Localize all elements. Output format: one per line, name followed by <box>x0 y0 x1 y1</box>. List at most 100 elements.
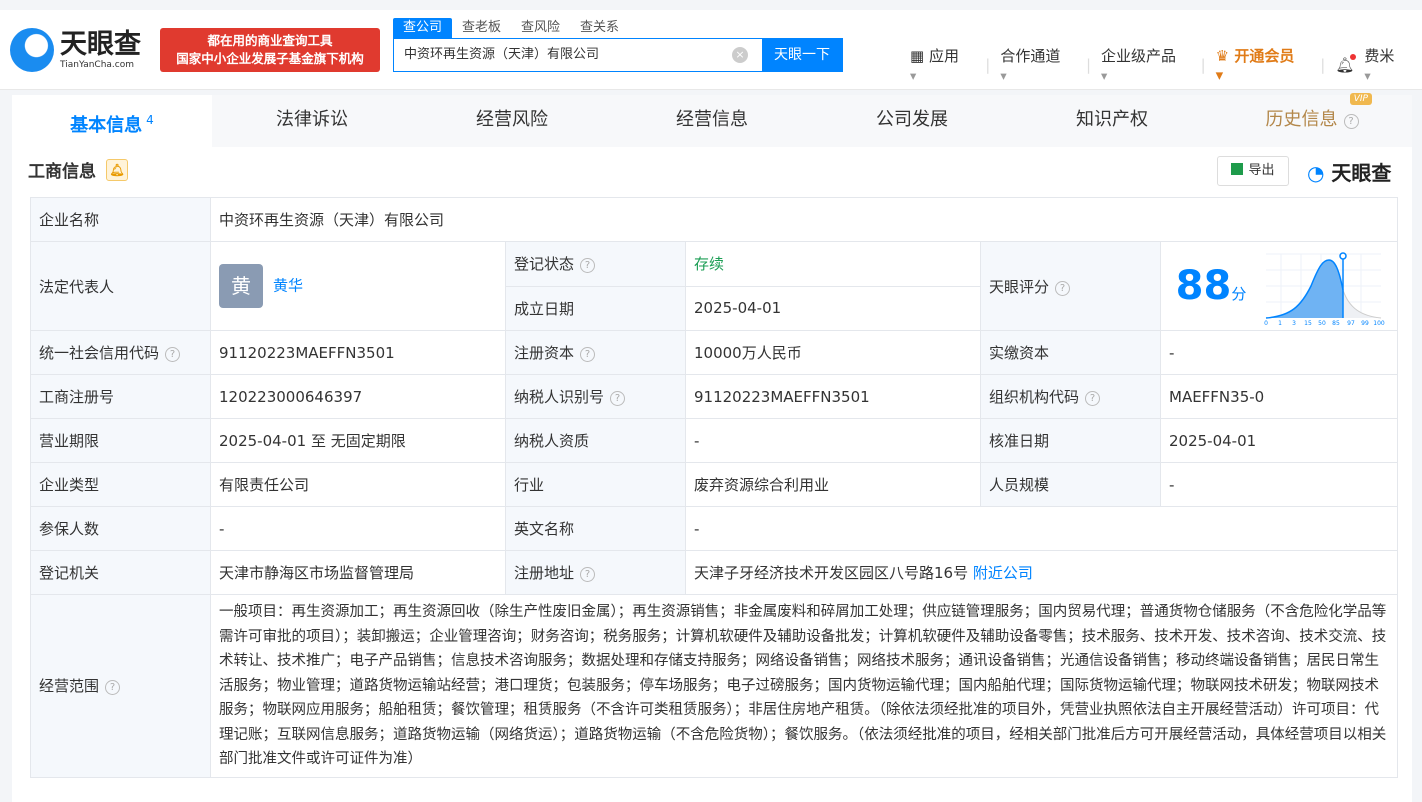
label: 英文名称 <box>505 506 686 551</box>
company-type: 有限责任公司 <box>210 462 506 507</box>
table-row: 企业名称 中资环再生资源（天津）有限公司 <box>30 197 1399 242</box>
bell-icon[interactable]: 🔔︎ <box>106 158 128 181</box>
legal-rep-link[interactable]: 黄华 <box>273 277 303 295</box>
help-icon[interactable]: ? <box>1343 114 1359 129</box>
vip-menu[interactable]: ♛ 开通会员 ▾ <box>1216 45 1311 84</box>
top-header: 天眼查 TianYanCha.com 都在用的商业查询工具国家中小企业发展子基金旗… <box>0 10 1422 90</box>
partner-label: 合作通道 <box>1000 47 1061 65</box>
slogan-line2: 国家中小企业发展子基金旗下机构 <box>176 51 364 66</box>
founded-date: 2025-04-01 <box>685 285 981 331</box>
help-icon[interactable]: ? <box>580 258 596 274</box>
vip-label: 开通会员 <box>1234 47 1295 65</box>
address-cell: 天津子牙经济技术开发区园区八号路16号 附近公司 <box>684 550 1399 595</box>
label: 实缴资本 <box>980 330 1161 375</box>
label-text: 天眼评分 <box>989 277 1050 296</box>
search-tab-risk[interactable]: 查风险 <box>511 18 570 38</box>
nearby-companies-link[interactable]: 附近公司 <box>973 564 1033 582</box>
user-menu[interactable]: 费米 ▾ <box>1364 45 1412 84</box>
label: 天眼评分? <box>980 241 1161 331</box>
label: 营业期限 <box>30 418 211 463</box>
clear-icon[interactable]: × <box>732 47 748 63</box>
tab-history[interactable]: VIP 历史信息? <box>1212 93 1412 147</box>
enterprise-label: 企业级产品 <box>1101 47 1177 65</box>
tick-label: 0 <box>1264 320 1268 326</box>
divider: | <box>1320 55 1326 74</box>
table-row: 营业期限 2025-04-01 至 无固定期限 纳税人资质 - 核准日期 2025-0… <box>30 418 1399 463</box>
divider: | <box>985 55 991 74</box>
label: 注册资本? <box>505 330 686 375</box>
label-text: 组织机构代码 <box>989 388 1080 406</box>
tab-development[interactable]: 公司发展 <box>812 95 1012 147</box>
label: 参保人数 <box>30 506 211 551</box>
label-text: 统一社会信用代码 <box>39 344 160 362</box>
export-label: 导出 <box>1248 163 1275 178</box>
score-area-tail <box>1343 290 1381 318</box>
table-row: 企业类型 有限责任公司 行业 废弃资源综合利用业 人员规模 - <box>30 462 1399 507</box>
brand-text: 天眼查 <box>1331 161 1392 185</box>
search-tab-company[interactable]: 查公司 <box>393 18 453 38</box>
tab-label: 基本信息 <box>70 115 143 136</box>
help-icon[interactable]: ? <box>580 347 596 362</box>
business-term: 2025-04-01 至 无固定期限 <box>210 418 506 463</box>
search-tab-boss[interactable]: 查老板 <box>452 18 511 38</box>
credit-code: 91120223MAEFFN3501 <box>210 330 506 375</box>
table-row: 登记机关 天津市静海区市场监督管理局 注册地址? 天津子牙经济技术开发区园区八号路… <box>30 550 1399 595</box>
help-icon[interactable]: ? <box>580 567 596 582</box>
logo[interactable]: 天眼查 TianYanCha.com <box>10 28 141 72</box>
table-row: 统一社会信用代码? 91120223MAEFFN3501 注册资本? 10000万人… <box>30 330 1399 375</box>
approval-date: 2025-04-01 <box>1159 418 1399 463</box>
score-area <box>1266 260 1343 318</box>
section-title: 工商信息 <box>28 162 96 182</box>
slogan-banner[interactable]: 都在用的商业查询工具国家中小企业发展子基金旗下机构 <box>160 28 380 72</box>
logo-text: 天眼查 <box>60 29 141 60</box>
tab-operations[interactable]: 经营信息 <box>612 95 812 147</box>
label: 企业名称 <box>30 197 211 242</box>
slogan-line1: 都在用的商业查询工具 <box>207 33 333 48</box>
label: 注册地址? <box>505 550 686 595</box>
status-value: 存续 <box>685 241 981 287</box>
label: 经营范围? <box>30 594 211 778</box>
logo-icon <box>10 28 54 72</box>
tab-label: 历史信息 <box>1265 109 1338 130</box>
partner-menu[interactable]: 合作通道 ▾ <box>1000 45 1076 84</box>
avatar[interactable]: 黄 <box>219 264 263 308</box>
logo-domain: TianYanCha.com <box>60 60 135 70</box>
label: 组织机构代码? <box>980 374 1161 419</box>
tab-risk[interactable]: 经营风险 <box>412 95 612 147</box>
label-text: 纳税人识别号 <box>514 388 605 406</box>
tick-label: 50 <box>1318 320 1326 326</box>
apps-menu[interactable]: ▦ 应用 ▾ <box>910 45 975 84</box>
top-nav: ▦ 应用 ▾ | 合作通道 ▾ | 企业级产品 ▾ | ♛ 开通会员 ▾ | 🔔︎ 费米… <box>910 45 1422 84</box>
label: 成立日期 <box>505 285 686 331</box>
score-unit: 分 <box>1231 285 1247 303</box>
search-tabs: 查公司 查老板 查风险 查关系 <box>393 18 629 38</box>
tab-basic-info[interactable]: 基本信息 4 <box>12 95 212 147</box>
score-marker-pin <box>1339 252 1347 260</box>
bell-icon[interactable]: 🔔︎ <box>1335 53 1357 74</box>
help-icon[interactable]: ? <box>105 680 121 696</box>
search-tab-relation[interactable]: 查关系 <box>570 18 629 38</box>
export-button[interactable]: 导出 <box>1217 156 1289 186</box>
score-cell: 88分 0 1 3 15 50 85 97 99 100 <box>1159 241 1399 331</box>
search-input[interactable]: 中资环再生资源（天津）有限公司 <box>394 39 718 71</box>
table-row: 法定代表人 黄黄华 登记状态? 存续 天眼评分? 88分 0 1 3 15 50… <box>30 241 1399 331</box>
label: 登记机关 <box>30 550 211 595</box>
user-name: 费米 <box>1364 47 1395 65</box>
help-icon[interactable]: ? <box>165 347 181 362</box>
help-icon[interactable]: ? <box>610 391 626 406</box>
label-text: 注册地址 <box>514 564 575 582</box>
help-icon[interactable]: ? <box>1055 280 1071 296</box>
tab-legal[interactable]: 法律诉讼 <box>212 95 412 147</box>
search-button[interactable]: 天眼一下 <box>762 39 842 71</box>
label: 统一社会信用代码? <box>30 330 211 375</box>
reg-no: 120223000646397 <box>210 374 506 419</box>
help-icon[interactable]: ? <box>1085 391 1101 406</box>
org-code: MAEFFN35-0 <box>1159 374 1399 419</box>
enterprise-menu[interactable]: 企业级产品 ▾ <box>1101 45 1191 84</box>
tab-count: 4 <box>146 113 154 127</box>
divider: | <box>1200 55 1206 74</box>
label: 工商注册号 <box>30 374 211 419</box>
tab-ip[interactable]: 知识产权 <box>1012 95 1212 147</box>
company-name: 中资环再生资源（天津）有限公司 <box>209 197 1399 242</box>
label: 纳税人资质 <box>505 418 686 463</box>
